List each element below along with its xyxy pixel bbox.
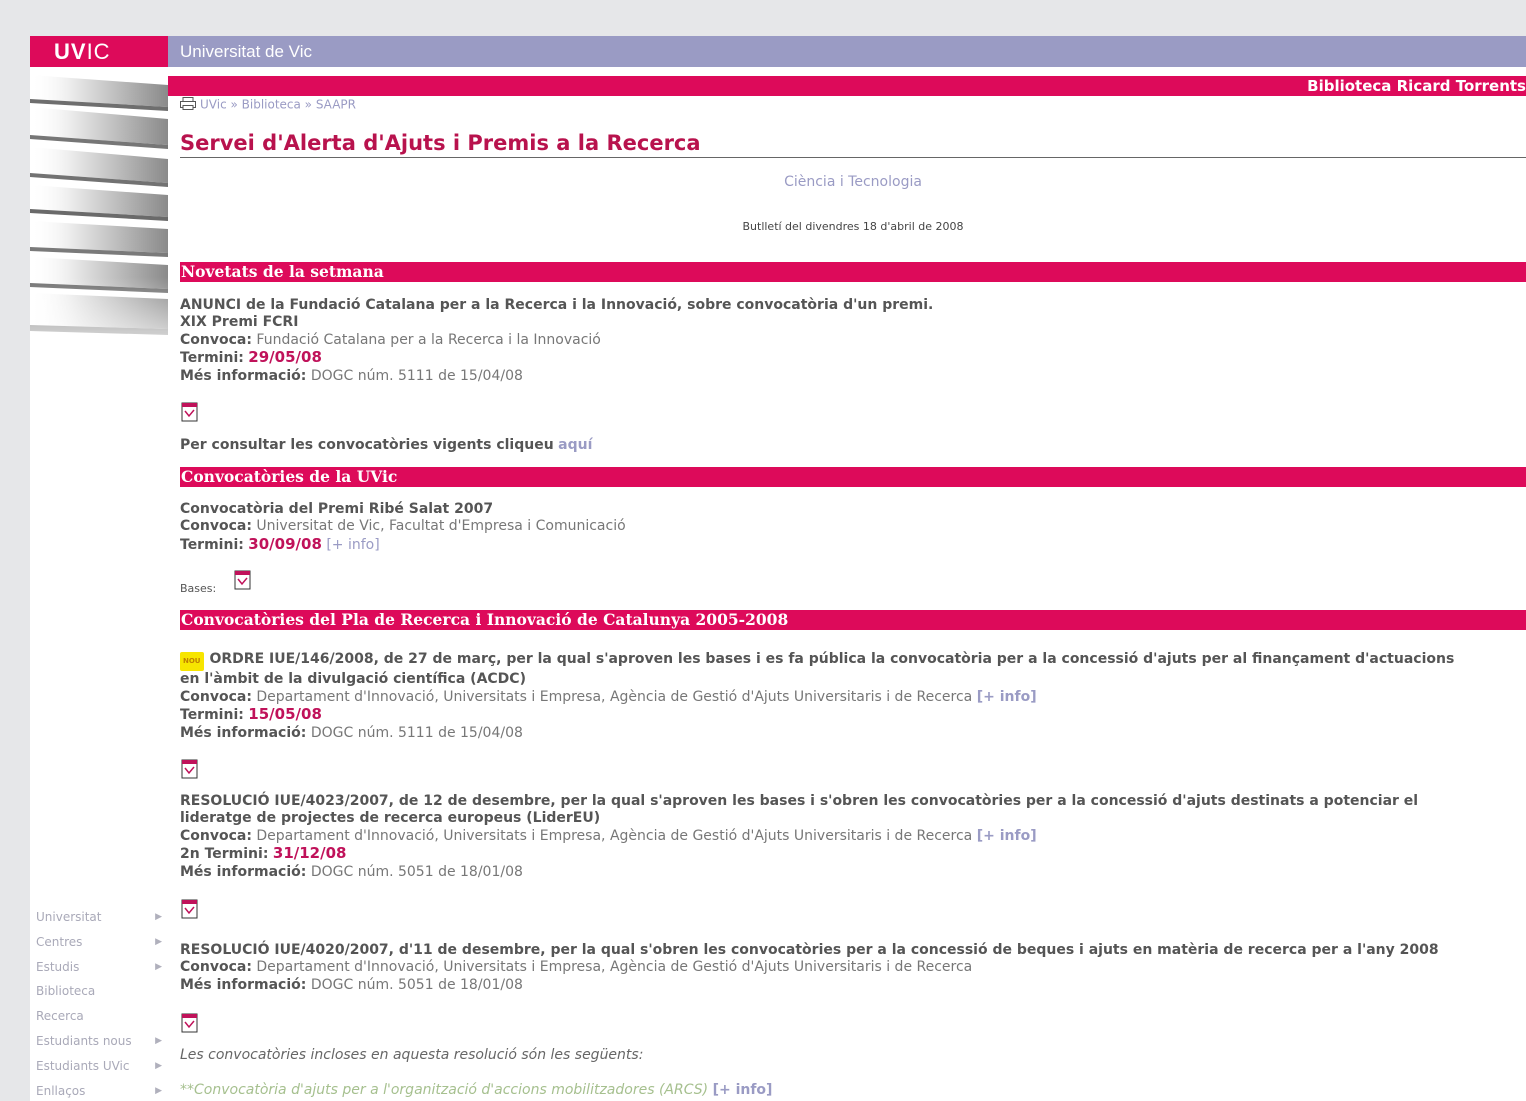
- new-badge: NOU: [180, 652, 204, 672]
- plus-info-link[interactable]: [+ info]: [977, 828, 1037, 844]
- pla-entry-1: NOU ORDRE IUE/146/2008, de 27 de març, pe…: [180, 651, 1455, 741]
- site-title[interactable]: Universitat de Vic: [168, 36, 1526, 67]
- pdf-icon[interactable]: [181, 1013, 199, 1033]
- library-name-bar[interactable]: Biblioteca Ricard Torrents: [168, 76, 1526, 96]
- section-heading-pla: Convocatòries del Pla de Recerca i Innov…: [180, 610, 1526, 630]
- page-title: Servei d'Alerta d'Ajuts i Premis a la Re…: [180, 131, 701, 155]
- books-stack-image: [30, 67, 168, 367]
- chevron-right-icon: ▶: [155, 961, 162, 972]
- pdf-icon[interactable]: [234, 570, 252, 590]
- chevron-right-icon: ▶: [155, 912, 162, 922]
- section-heading-uvic: Convocatòries de la UVic: [180, 467, 1526, 487]
- pla-entry-3: RESOLUCIÓ IUE/4020/2007, d'11 de desembr…: [180, 942, 1439, 993]
- pdf-icon[interactable]: [181, 402, 199, 422]
- uvic-entry: Convocatòria del Premi Ribé Salat 2007 C…: [180, 501, 626, 553]
- chevron-right-icon: ▶: [155, 1060, 162, 1071]
- pdf-icon[interactable]: [181, 759, 199, 779]
- consult-line: Per consultar les convocatòries vigents …: [180, 437, 593, 453]
- aqui-link[interactable]: aquí: [558, 437, 592, 453]
- breadcrumb: UVic » Biblioteca » SAAPR: [180, 97, 356, 113]
- title-divider: [180, 157, 1526, 158]
- sidebar-item-estudiants-nous[interactable]: Estudiants nous ▶: [30, 1029, 168, 1054]
- included-note: Les convocatòries incloses en aquesta re…: [180, 1047, 644, 1063]
- bases-line: Bases:: [180, 582, 217, 595]
- bulletin-date: Butlletí del divendres 18 d'abril de 200…: [742, 220, 964, 233]
- breadcrumb-links[interactable]: UVic » Biblioteca » SAAPR: [200, 98, 356, 112]
- sidebar-item-recerca[interactable]: Recerca: [30, 1004, 168, 1029]
- arcs-line: **Convocatòria d'ajuts per a l'organitza…: [180, 1082, 773, 1098]
- sidebar-item-estudiants-uvic[interactable]: Estudiants UVic ▶: [30, 1054, 168, 1079]
- pdf-icon[interactable]: [181, 899, 199, 919]
- sidebar-item-enllacos[interactable]: Enllaços ▶: [30, 1079, 168, 1101]
- pla-entry-2: RESOLUCIÓ IUE/4023/2007, de 12 de desemb…: [180, 793, 1419, 880]
- chevron-right-icon: ▶: [155, 1085, 162, 1096]
- plus-info-link[interactable]: [+ info]: [326, 537, 379, 553]
- novetats-entry: ANUNCI de la Fundació Catalana per a la …: [180, 297, 934, 384]
- sidebar-item-centres[interactable]: Centres ▶: [30, 930, 168, 955]
- plus-info-link[interactable]: [+ info]: [713, 1082, 773, 1098]
- printer-icon[interactable]: [180, 97, 196, 113]
- top-bar: UVIC Universitat de Vic: [30, 36, 1526, 67]
- sidebar-nav: Universitat ▶ Centres ▶ Estudis ▶ Bibliotec…: [30, 905, 168, 1101]
- left-column: Universitat ▶ Centres ▶ Estudis ▶ Bibliotec…: [30, 67, 168, 1101]
- main-content: Biblioteca Ricard Torrents UVic » Biblio…: [168, 67, 1526, 1101]
- plus-info-link[interactable]: [+ info]: [977, 689, 1037, 705]
- chevron-right-icon: ▶: [155, 1035, 162, 1046]
- chevron-right-icon: ▶: [155, 936, 162, 947]
- section-heading-novetats: Novetats de la setmana: [180, 262, 1526, 282]
- sidebar-item-universitat[interactable]: Universitat ▶: [30, 905, 168, 930]
- uvic-logo[interactable]: UVIC: [30, 36, 168, 67]
- page-subtitle: Ciència i Tecnologia: [784, 174, 922, 190]
- sidebar-item-biblioteca[interactable]: Biblioteca: [30, 979, 168, 1004]
- sidebar-item-estudis[interactable]: Estudis ▶: [30, 955, 168, 980]
